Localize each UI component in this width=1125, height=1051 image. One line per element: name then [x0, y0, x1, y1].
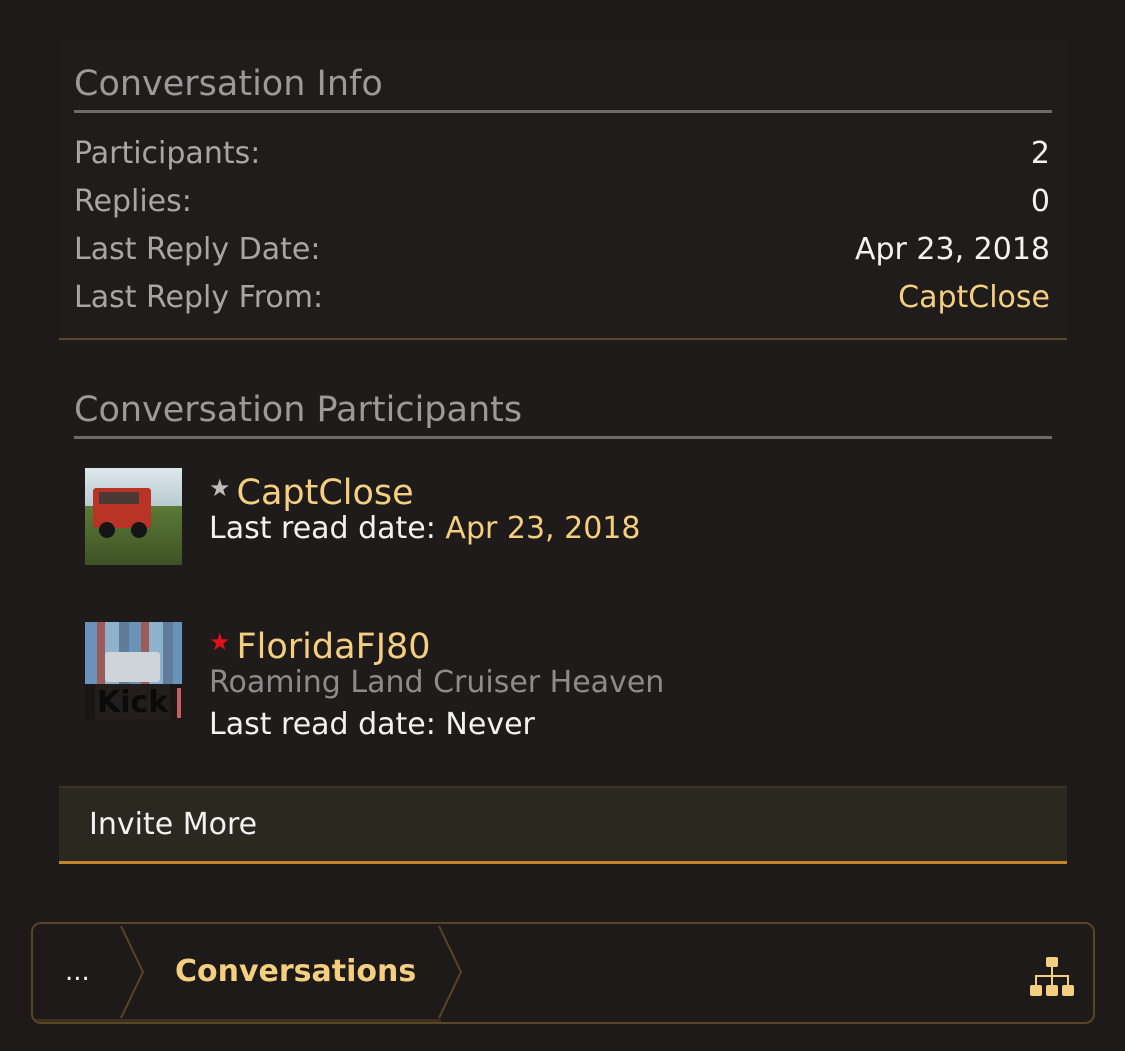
invite-more-label: Invite More: [89, 807, 258, 842]
avatar[interactable]: [85, 468, 182, 565]
participant-name-link[interactable]: CaptClose: [237, 473, 414, 513]
info-row-replies: Replies: 0: [74, 178, 1052, 226]
last-read-date: Never: [445, 707, 535, 742]
invite-more-button[interactable]: Invite More: [59, 786, 1067, 864]
participant-info: ★ FloridaFJ80 Roaming Land Cruiser Heaven…: [209, 622, 664, 746]
participant-item: Kick ★ FloridaFJ80 Roaming Land Cruiser H…: [85, 622, 1045, 742]
participant-item: ★ CaptClose Last read date: Apr 23, 2018: [85, 468, 1045, 588]
participant-name-link[interactable]: FloridaFJ80: [237, 627, 431, 667]
participant-user-title: Roaming Land Cruiser Heaven: [209, 665, 665, 700]
red-star-icon: ★: [209, 628, 231, 656]
last-read-label: Last read date:: [209, 511, 446, 546]
conversation-info-block: Conversation Info Participants: 2 Replie…: [59, 40, 1067, 340]
info-label: Replies:: [74, 184, 192, 219]
kick-avatar-text: Kick: [95, 684, 171, 719]
breadcrumb-conversations-link[interactable]: Conversations: [175, 924, 416, 1020]
breadcrumb: ... Conversations: [31, 922, 1095, 1024]
sitemap-icon[interactable]: [1029, 956, 1075, 998]
page: Conversation Info Participants: 2 Replie…: [0, 0, 1125, 1051]
info-row-last-reply-date: Last Reply Date: Apr 23, 2018: [74, 226, 1052, 274]
conversation-info-title: Conversation Info: [74, 62, 1052, 113]
breadcrumb-underline: [33, 1019, 441, 1022]
breadcrumb-separator-icon: [438, 925, 463, 1019]
conversation-participants-block: Conversation Participants ★ CaptClose Las…: [59, 340, 1067, 786]
info-row-last-reply-from: Last Reply From: CaptClose: [74, 274, 1052, 322]
last-read-line: Last read date: Apr 23, 2018: [209, 508, 640, 550]
info-value: 2: [1030, 136, 1050, 171]
info-value: Apr 23, 2018: [854, 232, 1050, 267]
info-label: Participants:: [74, 136, 261, 171]
last-reply-user-link[interactable]: CaptClose: [898, 274, 1050, 322]
last-read-line: Last read date: Never: [209, 704, 664, 746]
breadcrumb-more-link[interactable]: ...: [65, 924, 90, 1020]
info-row-participants: Participants: 2: [74, 130, 1052, 178]
info-label: Last Reply Date:: [74, 232, 321, 267]
info-value: 0: [1030, 184, 1050, 219]
last-read-label: Last read date:: [209, 707, 446, 742]
avatar[interactable]: Kick: [85, 622, 182, 719]
participant-info: ★ CaptClose Last read date: Apr 23, 2018: [209, 468, 640, 550]
last-read-date-link[interactable]: Apr 23, 2018: [445, 511, 640, 546]
grey-star-icon: ★: [209, 474, 231, 502]
info-label: Last Reply From:: [74, 280, 324, 315]
conversation-participants-title: Conversation Participants: [74, 388, 1052, 439]
breadcrumb-separator-icon: [120, 925, 145, 1019]
